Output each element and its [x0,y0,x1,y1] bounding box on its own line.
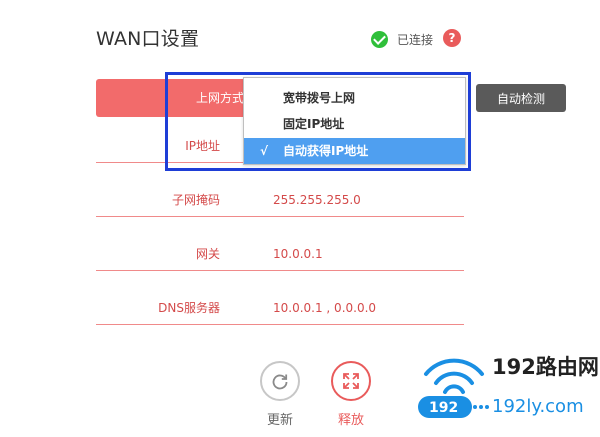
divider [96,324,464,325]
dns-row: DNS服务器 10.0.0.1 , 0.0.0.0 [96,290,464,326]
refresh-button[interactable]: 更新 [258,361,302,428]
release-label: 释放 [337,413,364,428]
dns-label: DNS服务器 [158,301,220,315]
page-title: WAN口设置 [96,28,200,50]
subnet-label: 子网掩码 [171,193,220,207]
watermark-logo: 192 192路由网 192ly.com [418,344,600,424]
svg-text:192: 192 [429,400,458,416]
dns-value[interactable]: 10.0.0.1 , 0.0.0.0 [273,290,376,326]
release-icon [331,361,371,401]
refresh-icon [260,361,300,401]
divider [96,270,464,271]
gateway-label: 网关 [195,247,220,261]
connection-type-dropdown[interactable]: 宽带拨号上网 固定IP地址 √ 自动获得IP地址 [243,77,466,165]
refresh-label: 更新 [266,413,293,428]
status-text: 已连接 [397,32,434,47]
ip-label: IP地址 [185,139,220,153]
option-pppoe[interactable]: 宽带拨号上网 [244,85,465,111]
auto-detect-button[interactable]: 自动检测 [476,84,566,112]
subnet-row: 子网掩码 255.255.255.0 [96,182,464,218]
release-button[interactable]: 释放 [329,361,373,428]
divider [96,216,464,217]
gateway-value[interactable]: 10.0.0.1 [273,236,323,272]
svg-text:192ly.com: 192ly.com [492,396,584,417]
gateway-row: 网关 10.0.0.1 [96,236,464,272]
subnet-value[interactable]: 255.255.255.0 [273,182,361,218]
option-dhcp[interactable]: √ 自动获得IP地址 [244,138,465,164]
help-icon[interactable]: ? [443,29,461,47]
connection-type-label: 上网方式 [195,91,244,105]
check-icon: √ [260,144,269,158]
connection-status: 已连接 [371,29,433,49]
check-circle-icon [371,30,388,48]
svg-text:192路由网: 192路由网 [492,355,599,379]
option-static-ip[interactable]: 固定IP地址 [244,111,465,137]
